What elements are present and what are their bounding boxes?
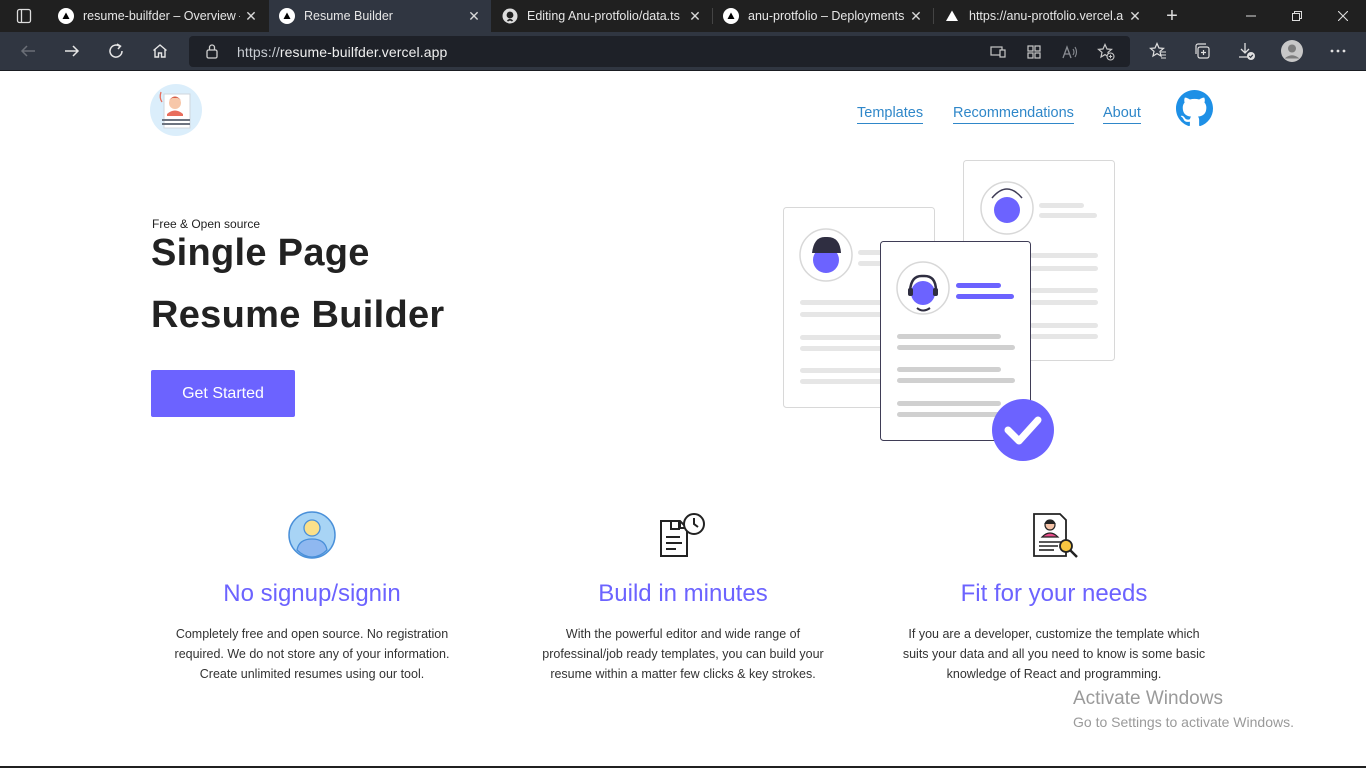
plus-icon: + [1166,4,1178,27]
close-icon[interactable]: ✕ [463,5,485,27]
vercel-icon [723,8,739,24]
home-button[interactable] [144,36,176,66]
minimize-icon [1246,15,1256,17]
activate-windows-subtitle: Go to Settings to activate Windows. [1073,714,1294,730]
tab-anu-protfolio-deployments[interactable]: anu-protfolio – Deployments ✕ [713,0,933,32]
arrow-right-icon [65,45,80,57]
vercel-icon [58,8,74,24]
address-bar[interactable]: https://resume-builfder.vercel.app [189,36,1130,67]
feature-description-line: Create unlimited resumes using our tool. [199,667,425,681]
feature-description-line: If you are a developer, customize the te… [908,627,1200,641]
hero-title-line2: Resume Builder [151,294,445,336]
hero-title-line1: Single Page [151,232,370,274]
feature-description: With the powerful editor and wide range … [523,624,843,684]
close-window-button[interactable] [1320,0,1366,32]
forward-button[interactable] [56,36,88,66]
tab-label: resume-builfder – Overview – Vercel [83,9,240,23]
download-icon [1239,43,1255,60]
close-icon[interactable]: ✕ [1124,5,1146,27]
tab-actions-button[interactable] [8,5,40,27]
tab-resume-builfder-overview[interactable]: resume-builfder – Overview – Vercel ✕ [48,0,268,32]
close-icon [1338,11,1348,21]
nav-templates-link[interactable]: Templates [857,105,924,124]
nav-about-link[interactable]: About [1103,105,1141,124]
feature-description-line: resume within a matter few clicks & key … [550,667,816,681]
feature-description-line: knowledge of React and programming. [946,667,1162,681]
lock-icon [205,43,219,64]
get-started-button[interactable]: Get Started [151,370,295,417]
github-icon [1176,90,1213,127]
site-logo[interactable] [150,84,202,136]
vercel-icon [944,8,960,24]
nav-recommendations-link[interactable]: Recommendations [953,105,1074,124]
tab-editing-data-ts[interactable]: Editing Anu-protfolio/data.ts ✕ [492,0,712,32]
restore-button[interactable] [1274,0,1320,32]
browser-toolbar: https://resume-builfder.vercel.app [0,32,1366,71]
vercel-icon [279,8,295,24]
url-host: resume-builfder.vercel.app [279,44,448,60]
feature-title: No signup/signin [223,580,401,607]
github-link[interactable] [1176,90,1213,127]
tab-label: Resume Builder [304,9,393,23]
document-clock-icon [660,513,705,557]
close-icon[interactable]: ✕ [905,5,927,27]
feature-title: Fit for your needs [960,580,1148,607]
feature-title: Build in minutes [598,580,768,607]
feature-description: If you are a developer, customize the te… [884,624,1224,684]
resume-cards-illustration [783,160,1115,461]
profile-button[interactable] [1276,36,1308,66]
home-icon [153,44,167,58]
restore-icon [1292,11,1302,21]
url-scheme: https:// [237,44,280,60]
feature-description-line: With the powerful editor and wide range … [565,627,801,641]
arrow-left-icon [20,45,35,57]
back-button[interactable] [12,36,44,66]
tab-actions-icon [16,8,32,24]
tab-anu-protfolio-site[interactable]: https://anu-protfolio.vercel.app ✕ [934,0,1152,32]
more-menu-button[interactable] [1322,36,1354,66]
minimize-button[interactable] [1228,0,1274,32]
refresh-icon [109,43,123,58]
feature-description-line: professinal/job ready templates, you can… [542,647,824,661]
more-icon [1330,49,1346,53]
favorites-icon [1149,42,1166,59]
close-icon[interactable]: ✕ [684,5,706,27]
feature-description-line: suits your data and all you need to know… [902,647,1206,661]
feature-description: Completely free and open source. No regi… [152,624,472,684]
close-icon[interactable]: ✕ [240,5,262,27]
read-aloud-icon[interactable] [1057,41,1083,63]
tab-resume-builder[interactable]: Resume Builder ✕ [269,0,491,32]
feature-description-line: required. We do not store any of your in… [174,647,450,661]
tab-label: anu-protfolio – Deployments [748,9,905,23]
new-tab-button[interactable]: + [1160,5,1184,27]
downloads-button[interactable] [1230,36,1262,66]
collections-button[interactable] [1186,36,1218,66]
tab-label: https://anu-protfolio.vercel.app [969,9,1124,23]
url-text: https://resume-builfder.vercel.app [237,44,447,60]
resume-search-icon [1033,513,1078,558]
page-content: Templates Recommendations About Free & O… [0,71,1366,768]
avatar [1281,40,1303,62]
tab-bar: resume-builfder – Overview – Vercel ✕ Re… [0,0,1366,32]
github-icon [502,8,518,24]
activate-windows-title: Activate Windows [1073,688,1223,709]
refresh-button[interactable] [100,36,132,66]
add-favorite-icon[interactable] [1093,41,1119,63]
cast-icon[interactable] [985,41,1011,63]
tab-label: Editing Anu-protfolio/data.ts [527,9,680,23]
hero-kicker: Free & Open source [152,217,261,231]
feature-description-line: Completely free and open source. No regi… [175,627,449,641]
collections-icon [1195,43,1210,59]
apps-icon[interactable] [1021,41,1047,63]
user-avatar-icon [288,511,336,559]
favorites-button[interactable] [1142,36,1174,66]
